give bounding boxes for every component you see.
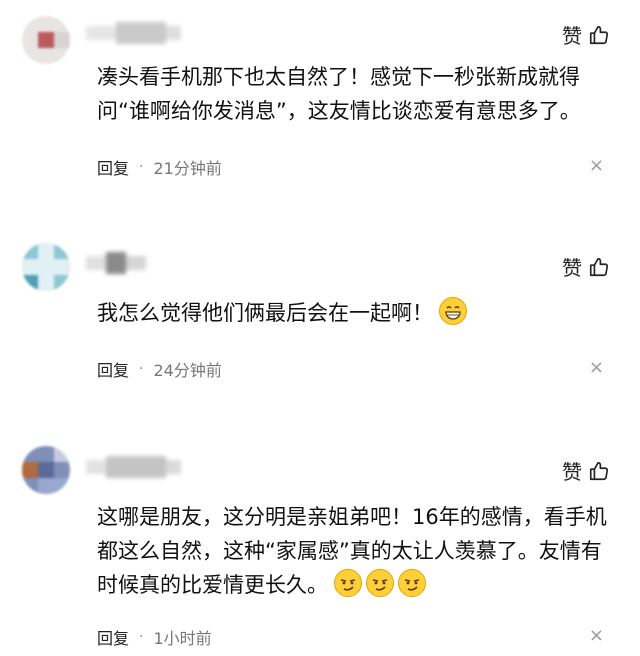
separator-dot: · bbox=[139, 629, 144, 645]
comment-text-row: 我怎么觉得他们俩最后会在一起啊！ bbox=[97, 296, 617, 330]
like-button[interactable]: 赞 bbox=[562, 456, 610, 485]
thumbs-up-icon bbox=[589, 257, 609, 276]
smirking-face-emoji bbox=[366, 569, 394, 597]
reply-button[interactable]: 回复 bbox=[97, 357, 129, 381]
thumbs-up-icon bbox=[589, 461, 609, 480]
separator-dot: · bbox=[139, 361, 144, 377]
timestamp: 1小时前 bbox=[153, 629, 212, 648]
smirking-face-emoji bbox=[398, 569, 426, 597]
comment-text: 我怎么觉得他们俩最后会在一起啊！ bbox=[97, 301, 433, 325]
comment-meta: 回复 · 1小时前 bbox=[97, 625, 212, 649]
close-icon[interactable]: × bbox=[589, 625, 604, 646]
grinning-face-emoji bbox=[439, 297, 467, 325]
close-icon[interactable]: × bbox=[589, 357, 604, 378]
avatar[interactable] bbox=[22, 446, 70, 494]
smirking-face-emoji bbox=[334, 569, 362, 597]
comment-meta: 回复 · 24分钟前 bbox=[97, 357, 222, 381]
like-button[interactable]: 赞 bbox=[562, 252, 610, 281]
comment-text-row: 这哪是朋友，这分明是亲姐弟吧！16年的感情，看手机都这么自然，这种“家属感”真的… bbox=[97, 500, 617, 602]
like-label: 赞 bbox=[562, 460, 582, 484]
like-label: 赞 bbox=[562, 256, 582, 280]
reply-button[interactable]: 回复 bbox=[97, 625, 129, 649]
timestamp: 24分钟前 bbox=[153, 361, 222, 380]
username-blurred[interactable] bbox=[86, 252, 146, 274]
avatar[interactable] bbox=[22, 243, 70, 291]
username-blurred[interactable] bbox=[86, 456, 181, 478]
comment-3: 赞 这哪是朋友，这分明是亲姐弟吧！16年的感情，看手机都这么自然，这种“家属感”… bbox=[0, 0, 640, 648]
